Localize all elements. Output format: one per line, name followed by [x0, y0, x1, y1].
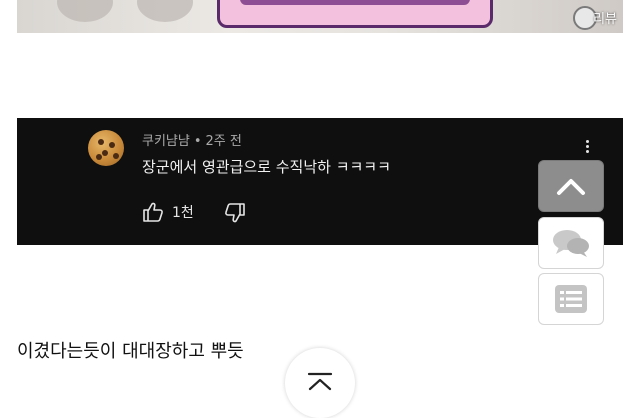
more-vert-icon[interactable]: [580, 138, 594, 156]
thumb-up-icon: [143, 202, 163, 222]
scroll-up-button[interactable]: [538, 160, 604, 212]
comments-button[interactable]: [538, 217, 604, 269]
comment-panel: 쿠키냠냠 • 2주 전 장군에서 영관급으로 수직낙하 ㅋㅋㅋㅋ 1천: [17, 118, 623, 245]
comment-author[interactable]: 쿠키냠냠: [142, 134, 190, 149]
list-icon: [555, 285, 587, 313]
chevron-up-icon: [557, 179, 585, 195]
chat-bubbles-icon: [553, 230, 589, 257]
thumbnail-title-banner: [217, 0, 493, 28]
post-caption: 이겼다는듯이 대대장하고 뿌듯: [17, 341, 244, 362]
cookie-avatar[interactable]: [88, 130, 124, 166]
thumbnail-decoration: [137, 0, 193, 22]
scroll-to-top-button[interactable]: [285, 348, 355, 418]
list-button[interactable]: [538, 273, 604, 325]
video-thumbnail[interactable]: 리뷰: [17, 0, 623, 33]
double-chevron-up-icon: [307, 372, 333, 391]
thumb-down-icon: [225, 203, 245, 223]
thumbnail-corner-text: 리뷰: [593, 12, 617, 27]
like-button[interactable]: 1천: [142, 202, 194, 222]
meta-separator: •: [193, 134, 202, 149]
like-count: 1천: [172, 205, 194, 221]
thumbnail-decoration: [57, 0, 113, 22]
dislike-button[interactable]: [224, 203, 246, 227]
comment-text: 장군에서 영관급으로 수직낙하 ㅋㅋㅋㅋ: [142, 158, 391, 176]
comment-meta: 쿠키냠냠 • 2주 전: [142, 130, 242, 149]
comment-time: 2주 전: [205, 134, 242, 149]
